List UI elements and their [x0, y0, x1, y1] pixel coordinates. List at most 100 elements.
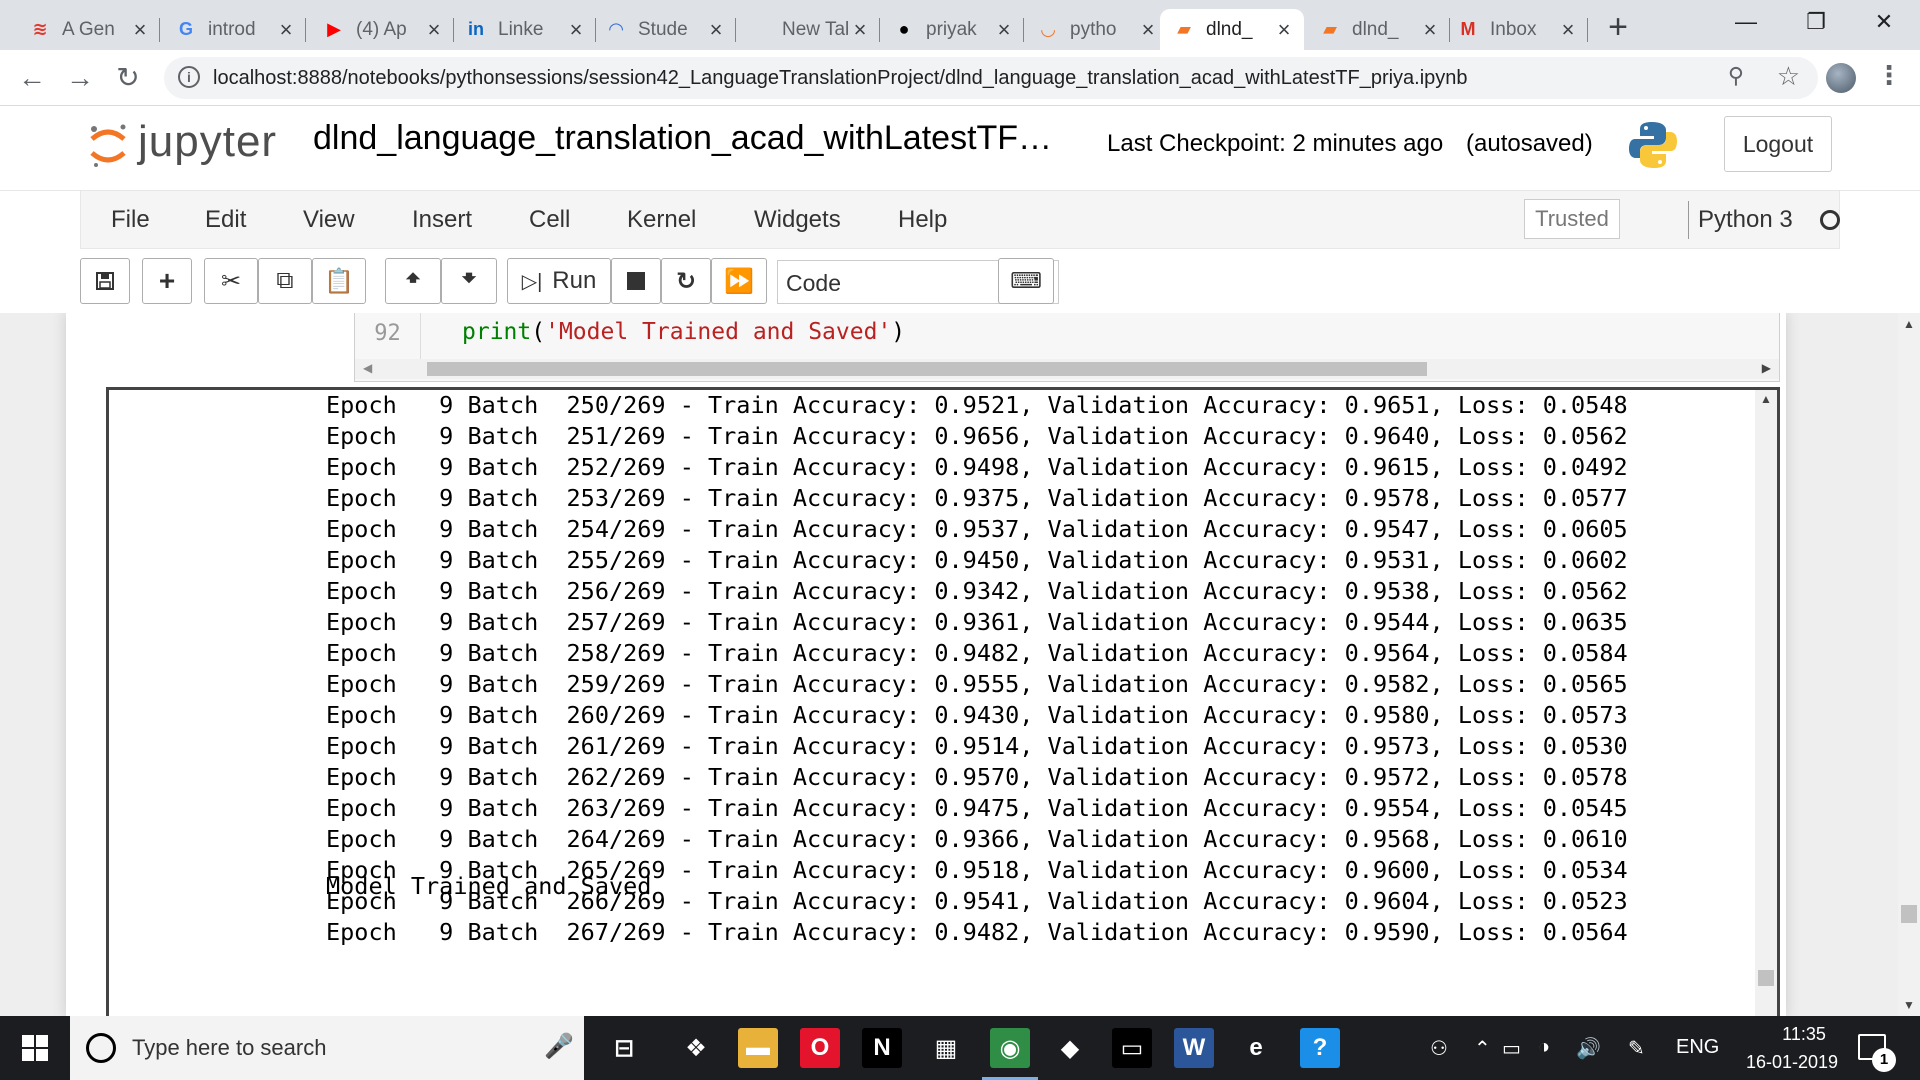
clock-date[interactable]: 16-01-2019 — [1734, 1052, 1850, 1073]
clock-time[interactable]: 11:35 — [1760, 1024, 1848, 1045]
code-line[interactable]: print('Model Trained and Saved') — [462, 319, 905, 345]
microphone-icon[interactable]: 🎤 — [544, 1032, 574, 1061]
close-tab-icon[interactable]: × — [1272, 17, 1296, 43]
browser-tab[interactable]: in Linke × — [452, 9, 596, 50]
trusted-indicator[interactable]: Trusted — [1524, 199, 1620, 239]
save-button[interactable] — [80, 258, 130, 304]
browser-tab[interactable]: ▰ dlnd_ × — [1306, 9, 1450, 50]
command-palette-button[interactable]: ⌨ — [998, 258, 1054, 304]
scroll-left-icon[interactable]: ◀ — [363, 361, 372, 375]
netflix-icon[interactable]: N — [862, 1028, 902, 1068]
output-scrollbar[interactable]: ▲ — [1755, 390, 1777, 1016]
menu-widgets[interactable]: Widgets — [754, 206, 841, 234]
scrollbar-thumb[interactable] — [1901, 905, 1917, 923]
scrollbar-thumb[interactable] — [427, 362, 1427, 376]
logout-button[interactable]: Logout — [1724, 116, 1832, 172]
start-button[interactable] — [0, 1016, 70, 1080]
paste-button[interactable]: 📋 — [312, 258, 366, 304]
close-tab-icon[interactable]: × — [128, 17, 152, 43]
show-hidden-icons[interactable]: ⌃ — [1474, 1036, 1491, 1061]
profile-avatar[interactable] — [1826, 63, 1856, 93]
plus-icon: + — [158, 265, 176, 296]
interrupt-button[interactable] — [611, 258, 661, 304]
insert-cell-button[interactable]: + — [142, 258, 192, 304]
language-indicator[interactable]: ENG — [1676, 1036, 1719, 1059]
code-cell-input[interactable]: 92 print('Model Trained and Saved') ◀ ▶ — [354, 313, 1780, 382]
browser-tab[interactable]: ▰ dlnd_ × — [1160, 9, 1304, 50]
restart-run-all-button[interactable]: ⏩ — [711, 258, 767, 304]
close-tab-icon[interactable]: × — [274, 17, 298, 43]
volume-icon[interactable]: 🔊 — [1576, 1036, 1601, 1061]
back-icon[interactable]: ← — [14, 60, 50, 96]
notes-icon[interactable]: ◆ — [1050, 1028, 1090, 1068]
restart-button[interactable]: ↻ — [661, 258, 711, 304]
restore-button[interactable]: ❐ — [1786, 6, 1846, 38]
chrome-icon[interactable]: ◉ — [982, 1028, 1038, 1080]
browser-tab[interactable]: ≋ A Gen × — [16, 9, 160, 50]
cut-button[interactable]: ✂ — [204, 258, 258, 304]
zoom-icon[interactable]: ⚲ — [1728, 63, 1744, 89]
menu-cell[interactable]: Cell — [529, 206, 570, 234]
move-down-button[interactable]: 🠻 — [441, 258, 497, 304]
jupyter-logo-text[interactable]: jupyter — [138, 117, 277, 167]
copy-button[interactable]: ⧉ — [258, 258, 312, 304]
browser-tab[interactable]: ◡ pytho × — [1024, 9, 1168, 50]
close-window-button[interactable]: ✕ — [1854, 6, 1914, 38]
bookmark-star-icon[interactable]: ☆ — [1777, 61, 1800, 92]
omnibox[interactable]: i localhost:8888/notebooks/pythonsession… — [164, 57, 1818, 99]
minimize-button[interactable]: — — [1716, 6, 1776, 38]
close-tab-icon[interactable]: × — [704, 17, 728, 43]
kernel-name[interactable]: Python 3 — [1698, 206, 1793, 234]
new-tab-button[interactable]: + — [1600, 10, 1636, 46]
wifi-icon[interactable]: ◑ — [1538, 1036, 1550, 1059]
scrollbar-thumb[interactable] — [1758, 970, 1774, 986]
code-horizontal-scrollbar[interactable]: ◀ ▶ — [355, 359, 1779, 379]
task-view-icon[interactable]: ⊟ — [604, 1028, 644, 1068]
forward-icon[interactable]: → — [62, 60, 98, 96]
help-icon[interactable]: ? — [1300, 1028, 1340, 1068]
menu-kernel[interactable]: Kernel — [627, 206, 696, 234]
cmd-icon[interactable]: ▭ — [1112, 1028, 1152, 1068]
close-tab-icon[interactable]: × — [1418, 17, 1442, 43]
browser-tab[interactable]: Gintrod × — [162, 9, 306, 50]
dropbox-icon[interactable]: ❖ — [676, 1028, 716, 1068]
url-text[interactable]: localhost:8888/notebooks/pythonsessions/… — [213, 67, 1468, 90]
battery-icon[interactable]: ▭ — [1502, 1036, 1521, 1061]
close-tab-icon[interactable]: × — [992, 17, 1016, 43]
menu-edit[interactable]: Edit — [205, 206, 246, 234]
reload-icon[interactable]: ↻ — [110, 60, 146, 96]
browser-tab[interactable]: ▶ (4) Ap × — [310, 9, 454, 50]
close-tab-icon[interactable]: × — [422, 17, 446, 43]
site-info-icon[interactable]: i — [178, 66, 200, 88]
menu-insert[interactable]: Insert — [412, 206, 472, 234]
close-tab-icon[interactable]: × — [1136, 17, 1160, 43]
close-tab-icon[interactable]: × — [564, 17, 588, 43]
browser-tab[interactable]: ◠ Stude × — [592, 9, 736, 50]
browser-tab[interactable]: New Tab× — [736, 9, 880, 50]
people-icon[interactable]: ⚇ — [1430, 1036, 1448, 1061]
opera-icon[interactable]: O — [800, 1028, 840, 1068]
pen-icon[interactable]: ✎ — [1628, 1036, 1645, 1061]
page-scrollbar[interactable]: ▲ ▼ — [1898, 313, 1920, 1016]
menu-view[interactable]: View — [303, 206, 355, 234]
taskbar-search[interactable]: Type here to search 🎤 — [70, 1016, 584, 1080]
run-button[interactable]: ▷| Run — [507, 258, 611, 304]
notebook-name[interactable]: dlnd_language_translation_acad_withLates… — [313, 119, 1052, 158]
browser-tab[interactable]: M Inbox × — [1444, 9, 1588, 50]
menu-file[interactable]: File — [111, 206, 150, 234]
menu-help[interactable]: Help — [898, 206, 947, 234]
move-up-button[interactable]: 🠹 — [385, 258, 441, 304]
store-icon[interactable]: ▦ — [926, 1028, 966, 1068]
close-tab-icon[interactable]: × — [1556, 17, 1580, 43]
browser-tab[interactable]: ● priyak × — [880, 9, 1024, 50]
edge-icon[interactable]: e — [1236, 1028, 1276, 1068]
file-explorer-icon[interactable]: ▬ — [738, 1028, 778, 1068]
scroll-right-icon[interactable]: ▶ — [1762, 361, 1771, 375]
chrome-menu-icon[interactable]: ⋮ — [1876, 60, 1902, 91]
scroll-down-icon[interactable]: ▼ — [1903, 998, 1915, 1012]
close-tab-icon[interactable]: × — [848, 17, 872, 43]
word-icon[interactable]: W — [1174, 1028, 1214, 1068]
scroll-up-icon[interactable]: ▲ — [1903, 317, 1915, 331]
jupyter-logo-icon[interactable] — [88, 121, 128, 171]
scroll-up-icon[interactable]: ▲ — [1760, 392, 1772, 406]
